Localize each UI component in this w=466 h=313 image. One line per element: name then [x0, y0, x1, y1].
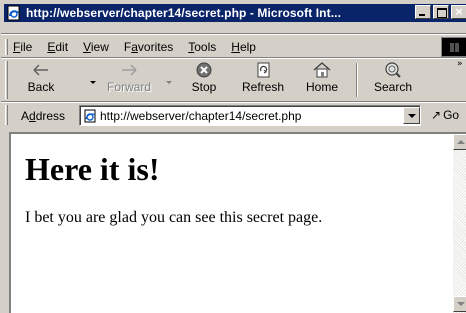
- toolbar-separator: [356, 63, 358, 97]
- menu-edit[interactable]: Edit: [47, 40, 68, 54]
- vertical-scrollbar[interactable]: [453, 134, 466, 313]
- menu-view[interactable]: View: [83, 40, 109, 54]
- address-label: Address: [21, 109, 66, 123]
- go-arrow-icon: ↗: [431, 108, 442, 122]
- address-value: http://webserver/chapter14/secret.php: [100, 109, 302, 123]
- search-icon: [385, 62, 401, 78]
- menu-help[interactable]: Help: [231, 40, 256, 54]
- maximize-button[interactable]: [433, 5, 449, 19]
- minimize-button[interactable]: [415, 5, 431, 19]
- scroll-up-button[interactable]: [453, 134, 466, 150]
- close-button[interactable]: ×: [451, 5, 466, 19]
- stop-icon: [196, 62, 212, 78]
- forward-arrow-icon: [122, 64, 137, 76]
- title-bar[interactable]: http://webserver/chapter14/secret.php - …: [4, 4, 466, 22]
- menu-top-divider: [1, 33, 466, 35]
- menu-file[interactable]: File: [13, 40, 32, 54]
- addressbar-grip[interactable]: [5, 105, 8, 125]
- refresh-label: Refresh: [241, 80, 285, 94]
- back-arrow-icon: [33, 64, 48, 76]
- search-button[interactable]: Search: [365, 59, 421, 99]
- stop-button[interactable]: Stop: [181, 59, 227, 99]
- page-viewport[interactable]: Here it is! I bet you are glad you can s…: [9, 132, 466, 313]
- refresh-button[interactable]: Refresh: [235, 59, 291, 99]
- forward-label: Forward: [106, 80, 151, 94]
- home-button[interactable]: Home: [297, 59, 347, 99]
- home-label: Home: [305, 80, 338, 94]
- scroll-down-button[interactable]: [453, 296, 466, 312]
- menu-bar: File Edit View Favorites Tools Help: [13, 37, 271, 57]
- close-icon: ×: [454, 5, 464, 18]
- address-input[interactable]: http://webserver/chapter14/secret.php: [79, 105, 421, 126]
- back-dropdown-arrow[interactable]: [90, 81, 96, 84]
- back-button[interactable]: Back: [15, 59, 67, 99]
- address-dropdown-button[interactable]: [403, 107, 420, 124]
- toolbar-bottom-divider: [1, 101, 466, 103]
- page-icon: [84, 109, 96, 123]
- ie-page-icon: [7, 5, 20, 21]
- minimize-icon: [416, 6, 430, 18]
- forward-button[interactable]: Forward: [101, 59, 157, 99]
- browser-window: http://webserver/chapter14/secret.php - …: [0, 0, 466, 313]
- stop-label: Stop: [191, 80, 217, 94]
- windows-logo-icon: [441, 37, 466, 57]
- menu-favorites[interactable]: Favorites: [124, 40, 173, 54]
- standard-toolbar: Back Forward Stop Refresh Home Search »: [1, 59, 466, 101]
- page-heading: Here it is!: [25, 151, 160, 187]
- menu-tools[interactable]: Tools: [188, 40, 216, 54]
- refresh-icon: [257, 62, 270, 78]
- toolbar-overflow-chevron[interactable]: »: [457, 59, 463, 69]
- home-icon: [313, 62, 331, 78]
- back-label: Back: [27, 80, 55, 94]
- menubar-grip[interactable]: [5, 39, 8, 55]
- go-button[interactable]: ↗ Go: [431, 108, 459, 122]
- page-body-text: I bet you are glad you can see this secr…: [25, 209, 323, 226]
- go-label: Go: [443, 108, 460, 122]
- search-label: Search: [373, 80, 413, 94]
- forward-dropdown-arrow[interactable]: [166, 81, 172, 84]
- maximize-icon: [434, 6, 448, 18]
- page-content: Here it is! I bet you are glad you can s…: [25, 148, 445, 227]
- window-title: http://webserver/chapter14/secret.php - …: [26, 6, 341, 20]
